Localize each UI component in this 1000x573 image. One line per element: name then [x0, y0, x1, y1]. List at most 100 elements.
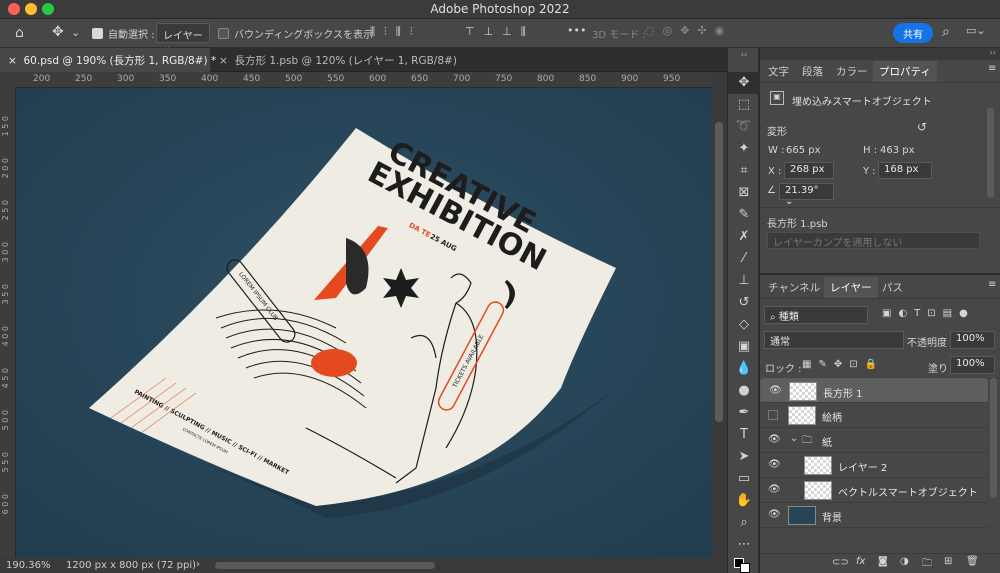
- healing-brush-icon[interactable]: ✗: [728, 226, 760, 248]
- document-size: 1200 px x 800 px (72 ppi): [66, 560, 197, 571]
- history-brush-icon[interactable]: ↺: [728, 292, 760, 314]
- ruler-tick: 400: [201, 74, 219, 84]
- layer-filter-select[interactable]: ⌕ 種類: [764, 306, 868, 324]
- x-position-field[interactable]: 268 px: [784, 162, 834, 179]
- auto-select-dropdown[interactable]: レイヤー ⌄: [156, 23, 210, 53]
- layer-group-row[interactable]: 👁 ⌄ 🗀 紙: [760, 428, 988, 453]
- home-icon[interactable]: ⌂: [15, 25, 24, 41]
- pen-tool-icon[interactable]: ✒: [728, 402, 760, 424]
- tab-character[interactable]: 文字: [762, 61, 795, 82]
- bounding-box-checkbox[interactable]: [218, 28, 229, 39]
- new-group-icon[interactable]: 🗀: [922, 556, 932, 573]
- ruler-tick: 350: [159, 74, 177, 84]
- angle-value: 21.39°: [785, 185, 819, 196]
- path-selection-icon[interactable]: ➤: [728, 446, 760, 468]
- marquee-tool-icon[interactable]: ⬚: [728, 94, 760, 116]
- layer-row[interactable]: 👁 レイヤー 2: [760, 453, 988, 478]
- zoom-level[interactable]: 190.36%: [6, 560, 51, 571]
- eyedropper-icon[interactable]: ✎: [728, 204, 760, 226]
- eye-icon[interactable]: 👁: [768, 509, 781, 520]
- layer-row[interactable]: 👁 ベクトルスマートオブジェクト: [760, 478, 988, 503]
- tab-color[interactable]: カラー: [830, 61, 874, 82]
- ruler-tick: 2 5 0: [1, 200, 10, 221]
- fx-icon[interactable]: fx: [856, 556, 865, 567]
- search-icon[interactable]: ⌕: [942, 24, 950, 40]
- tab-properties[interactable]: プロパティ: [873, 61, 937, 82]
- crop-tool-icon[interactable]: ⌗: [728, 160, 760, 182]
- more-icon[interactable]: •••: [567, 24, 586, 37]
- chevron-down-icon[interactable]: ⌄: [790, 433, 798, 444]
- layer-row[interactable]: 👁 長方形 1: [760, 378, 988, 403]
- rectangle-tool-icon[interactable]: ▭: [728, 468, 760, 490]
- close-icon[interactable]: ×: [219, 55, 228, 67]
- opacity-field[interactable]: 100%: [950, 331, 995, 349]
- hand-tool-icon[interactable]: ✋: [728, 490, 760, 512]
- panel-collapse-icon[interactable]: ››: [760, 48, 1000, 60]
- gradient-tool-icon[interactable]: ▣: [728, 336, 760, 358]
- adjustment-icon[interactable]: ◑: [900, 556, 909, 567]
- layer-row[interactable]: 絵柄: [760, 403, 988, 428]
- brush-tool-icon[interactable]: ⁄: [728, 248, 760, 270]
- frame-tool-icon[interactable]: ⊠: [728, 182, 760, 204]
- align-icons[interactable]: ⫼⫶⫼⫶: [370, 25, 422, 39]
- workspace-icon[interactable]: ▭⌄: [966, 24, 986, 37]
- eye-icon[interactable]: 👁: [769, 385, 782, 396]
- zoom-tool-icon[interactable]: ⌕: [728, 512, 760, 534]
- scroll-thumb[interactable]: [715, 122, 723, 422]
- vertical-scrollbar[interactable]: [712, 72, 727, 558]
- tab-rect-psb[interactable]: × 長方形 1.psb @ 120% (レイヤー 1, RGB/8#): [211, 48, 457, 72]
- visibility-toggle-off[interactable]: [768, 410, 778, 420]
- ruler-tick: 700: [453, 74, 471, 84]
- layers-scroll-thumb[interactable]: [990, 378, 997, 498]
- trash-icon[interactable]: 🗑: [966, 556, 979, 567]
- lasso-tool-icon[interactable]: ➰: [728, 116, 760, 138]
- eye-icon[interactable]: 👁: [768, 434, 781, 445]
- tab-60-psd[interactable]: × 60.psd @ 190% (長方形 1, RGB/8#) *: [0, 48, 216, 72]
- eye-icon[interactable]: 👁: [768, 484, 781, 495]
- mask-icon[interactable]: ◙: [878, 556, 888, 567]
- tab-paragraph[interactable]: 段落: [796, 61, 829, 82]
- lock-icons[interactable]: ▦✎✥⊡🔒: [802, 359, 884, 370]
- tab-channels[interactable]: チャンネル: [762, 277, 826, 298]
- background-color-swatch[interactable]: [740, 563, 750, 573]
- panel-menu-icon[interactable]: ≡: [988, 279, 996, 290]
- share-button[interactable]: 共有: [893, 23, 933, 43]
- horizontal-scroll-thumb[interactable]: [215, 562, 435, 569]
- new-layer-icon[interactable]: ⊞: [944, 556, 952, 567]
- collapse-icon[interactable]: ‹‹: [728, 50, 760, 59]
- height-value[interactable]: 463 px: [880, 145, 915, 156]
- reset-transform-icon[interactable]: ↺: [917, 120, 927, 134]
- chevron-right-icon[interactable]: ›: [196, 559, 200, 570]
- move-tool-icon[interactable]: ✥: [52, 24, 64, 40]
- more-tools-icon[interactable]: ⋯: [728, 534, 760, 556]
- magic-wand-icon[interactable]: ✦: [728, 138, 760, 160]
- eraser-icon[interactable]: ◇: [728, 314, 760, 336]
- tab-paths[interactable]: パス: [876, 277, 909, 298]
- 3d-mode-icons[interactable]: ◌◎✥✣◉: [645, 24, 732, 37]
- properties-scroll-thumb[interactable]: [987, 108, 994, 198]
- mode-3d-label: 3D モード :: [592, 30, 646, 41]
- chevron-down-icon[interactable]: ⌄: [71, 26, 80, 39]
- y-position-field[interactable]: 168 px: [878, 162, 932, 179]
- layer-row[interactable]: 👁 背景: [760, 503, 988, 528]
- move-tool-icon[interactable]: ✥: [728, 72, 760, 94]
- dodge-tool-icon[interactable]: ●: [728, 380, 760, 402]
- fill-field[interactable]: 100%: [950, 356, 995, 374]
- type-tool-icon[interactable]: T: [728, 424, 760, 446]
- distribute-icons[interactable]: ⊤⊥⊥⫼: [465, 25, 535, 39]
- width-value[interactable]: 665 px: [786, 145, 821, 156]
- layer-comp-select[interactable]: レイヤーカンプを適用しない: [767, 232, 980, 249]
- bounding-box-label: バウンディングボックスを表示: [234, 30, 373, 41]
- document-canvas[interactable]: CREATIVE EXHIBITION DA TE 25 AUG TICKETS…: [16, 88, 712, 558]
- blur-tool-icon[interactable]: 💧: [728, 358, 760, 380]
- eye-icon[interactable]: 👁: [768, 459, 781, 470]
- blend-mode-select[interactable]: 通常: [764, 331, 904, 349]
- close-icon[interactable]: ×: [8, 55, 17, 67]
- tab-layers[interactable]: レイヤー: [824, 277, 878, 298]
- stamp-tool-icon[interactable]: ⊥: [728, 270, 760, 292]
- layer-filter-icons[interactable]: ▣◐T⊡▤●: [882, 308, 975, 319]
- panel-menu-icon[interactable]: ≡: [988, 63, 996, 74]
- auto-select-checkbox[interactable]: [92, 28, 103, 39]
- link-layers-icon[interactable]: ⊂⊃: [832, 557, 849, 568]
- angle-field[interactable]: 21.39° ⌄: [779, 183, 834, 207]
